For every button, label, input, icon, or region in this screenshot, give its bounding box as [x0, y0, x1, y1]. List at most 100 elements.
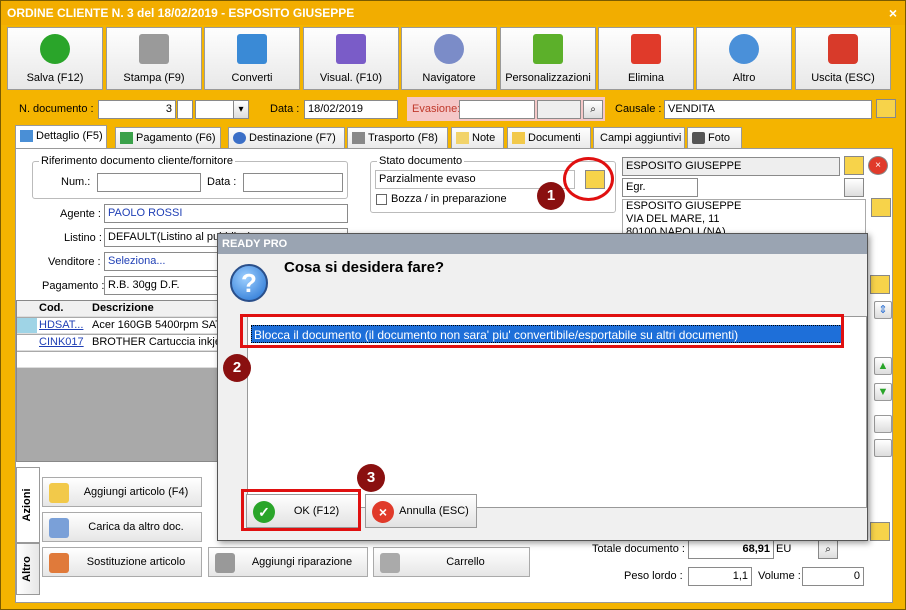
ndoc-label: N. documento : [19, 103, 94, 115]
check-icon [40, 34, 70, 64]
more-button[interactable]: Altro [696, 27, 792, 90]
row-desc: Acer 160GB 5400rpm SATA [92, 319, 229, 331]
replace-item-button[interactable]: Sostituzione articolo [42, 547, 202, 577]
tab-note[interactable]: Note [451, 127, 504, 149]
highlight-2 [240, 314, 844, 348]
agente-label: Agente : [60, 208, 101, 220]
tab-dettaglio[interactable]: Dettaglio (F5) [15, 125, 107, 150]
printer-icon [139, 34, 169, 64]
tab-pagamento[interactable]: Pagamento (F6) [115, 127, 221, 149]
rif-date-field[interactable] [243, 173, 343, 192]
window-title: ORDINE CLIENTE N. 3 del 18/02/2019 - ESP… [7, 6, 355, 20]
volume-field[interactable]: 0 [802, 567, 864, 586]
close-icon[interactable]: × [889, 1, 897, 25]
print-button[interactable]: Stampa (F9) [106, 27, 202, 90]
navigator-button[interactable]: Navigatore [401, 27, 497, 90]
more-label: Altro [732, 72, 756, 84]
rif-title: Riferimento documento cliente/fornitore [39, 155, 235, 167]
tab-campi-aggiuntivi[interactable]: Campi aggiuntivi [593, 127, 685, 149]
delete-icon[interactable]: × [868, 156, 888, 175]
folder-icon[interactable] [870, 522, 890, 541]
bozza-checkbox[interactable] [376, 194, 387, 205]
folder-icon[interactable] [844, 156, 864, 175]
arrow-up-icon[interactable]: ▲ [874, 357, 892, 375]
customer-address: ESPOSITO GIUSEPPE VIA DEL MARE, 11 80100… [622, 199, 866, 237]
volume-label: Volume : [758, 570, 801, 582]
load-doc-button[interactable]: Carica da altro doc. [42, 512, 202, 542]
table-row[interactable]: CINK017 BROTHER Cartuccia inkjet [17, 335, 237, 351]
ndoc-field[interactable]: 3 [98, 100, 176, 119]
customize-button[interactable]: Personalizzazioni [500, 27, 596, 90]
tab-altro[interactable]: Altro [16, 543, 40, 595]
tab-label: Note [472, 132, 496, 144]
cancel-button[interactable]: × Annulla (ESC) [365, 494, 477, 528]
delete-label: Elimina [627, 72, 665, 84]
cart-button[interactable]: Carrello [373, 547, 530, 577]
magnifier-icon[interactable]: ⌕ [818, 540, 838, 559]
add-repair-button[interactable]: Aggiungi riparazione [208, 547, 368, 577]
folder-icon[interactable] [871, 198, 891, 217]
folder-icon[interactable] [876, 99, 896, 118]
tab-azioni[interactable]: Azioni [16, 467, 40, 543]
person-icon[interactable] [844, 178, 864, 197]
add-item-label: Aggiungi articolo (F4) [83, 486, 189, 498]
view-button[interactable]: Visual. (F10) [303, 27, 399, 90]
customer-title-field[interactable]: Egr. [622, 178, 698, 197]
exit-button[interactable]: Uscita (ESC) [795, 27, 891, 90]
pagamento-label: Pagamento : [42, 280, 105, 292]
convert-button[interactable]: Converti [204, 27, 300, 90]
tab-foto[interactable]: Foto [687, 127, 742, 149]
address-line-2: VIA DEL MARE, 11 [626, 213, 720, 225]
num-field[interactable] [97, 173, 201, 192]
marker-1: 1 [537, 182, 565, 210]
ndoc-suffix-field[interactable] [177, 100, 193, 119]
tab-destinazione[interactable]: Destinazione (F7) [228, 127, 345, 149]
toolbar: Salva (F12) Stampa (F9) Converti Visual.… [7, 26, 899, 92]
chevron-down-icon[interactable]: ▾ [233, 100, 249, 119]
copy-icon[interactable] [874, 415, 892, 433]
save-button[interactable]: Salva (F12) [7, 27, 103, 90]
weight-field[interactable]: 1,1 [688, 567, 752, 586]
date-field[interactable]: 18/02/2019 [304, 100, 398, 119]
marker-3: 3 [357, 464, 385, 492]
table-row[interactable]: HDSAT... Acer 160GB 5400rpm SATA [17, 318, 237, 334]
causale-field[interactable]: VENDITA [664, 100, 872, 119]
exit-label: Uscita (ESC) [811, 72, 875, 84]
arrow-down-icon[interactable]: ▼ [874, 383, 892, 401]
add-box-icon [49, 483, 69, 503]
tab-documenti[interactable]: Documenti [507, 127, 591, 149]
transport-icon [352, 132, 365, 144]
evasione-extra-field[interactable] [537, 100, 581, 119]
folder-icon[interactable] [870, 275, 890, 294]
customer-name-field[interactable]: ESPOSITO GIUSEPPE [622, 157, 840, 176]
row-cod[interactable]: HDSAT... [39, 318, 83, 333]
replace-label: Sostituzione articolo [86, 556, 186, 568]
puzzle-icon [533, 34, 563, 64]
tab-trasporto[interactable]: Trasporto (F8) [347, 127, 448, 149]
view-label: Visual. (F10) [319, 72, 383, 84]
tab-label: Pagamento (F6) [136, 132, 216, 144]
refresh-icon[interactable] [874, 439, 892, 457]
payment-icon [120, 132, 133, 144]
add-item-button[interactable]: Aggiungi articolo (F4) [42, 477, 202, 507]
delete-button[interactable]: Elimina [598, 27, 694, 90]
tab-label: Campi aggiuntivi [600, 132, 682, 144]
delete-icon [631, 34, 661, 64]
row-cod[interactable]: CINK017 [39, 335, 84, 350]
table-row[interactable] [17, 352, 237, 368]
replace-icon [49, 553, 69, 573]
compass-icon [434, 34, 464, 64]
total-label: Totale documento : [592, 543, 685, 555]
load-doc-label: Carica da altro doc. [88, 521, 184, 533]
updown-icon[interactable]: ⇕ [874, 301, 892, 319]
tab-label: Dettaglio (F5) [36, 130, 103, 142]
print-label: Stampa (F9) [123, 72, 185, 84]
agente-field[interactable]: PAOLO ROSSI [104, 204, 348, 223]
convert-icon [237, 34, 267, 64]
grid-header: Cod. Descrizione [17, 301, 237, 317]
evasione-field[interactable] [459, 100, 535, 119]
magnifier-icon[interactable]: ⌕ [583, 100, 603, 119]
col-desc: Descrizione [92, 302, 154, 314]
tab-label: Documenti [528, 132, 581, 144]
customize-label: Personalizzazioni [505, 72, 591, 84]
